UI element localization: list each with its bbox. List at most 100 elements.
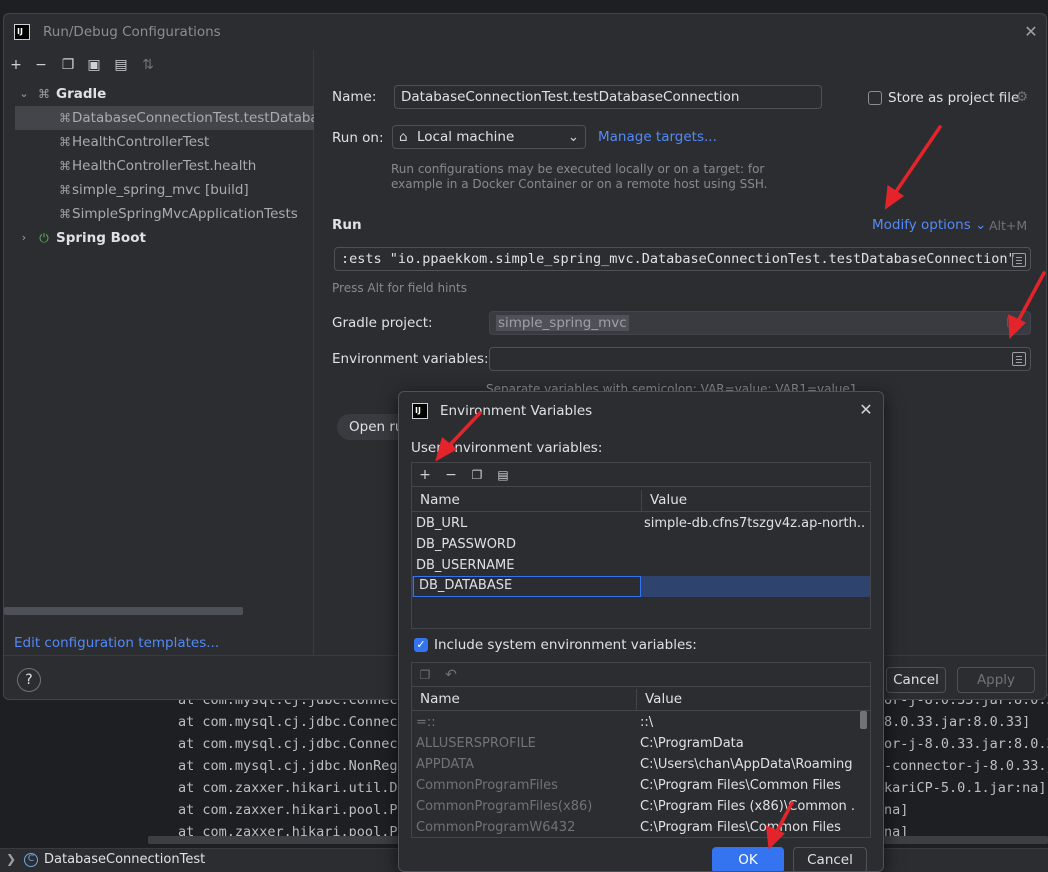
table-row-selected[interactable]: DB_DATABASE <box>412 576 870 597</box>
close-icon[interactable]: ✕ <box>1022 23 1040 41</box>
gradle-icon: ⌘ <box>59 111 71 125</box>
var-name[interactable]: DB_PASSWORD <box>416 534 638 555</box>
console-line-tail: na] <box>884 802 909 818</box>
gradle-project-field[interactable]: simple_spring_mvc <box>489 311 1031 335</box>
configurations-sidebar: + − ❐ ▣ ▤ ⇅ ⌄ ⌘ Gradle ⌘ DatabaseConnect… <box>4 50 314 655</box>
cancel-button[interactable]: Cancel <box>886 667 946 693</box>
add-icon[interactable]: + <box>414 464 436 486</box>
manage-targets-link[interactable]: Manage targets... <box>598 129 717 145</box>
include-system-label[interactable]: Include system environment variables: <box>434 637 697 653</box>
var-name-editor[interactable]: DB_DATABASE <box>413 576 641 597</box>
var-name: ALLUSERSPROFILE <box>416 736 536 751</box>
column-header-value[interactable]: Value <box>650 492 687 508</box>
sidebar-scrollbar[interactable] <box>4 607 243 615</box>
gradle-icon: ⌘ <box>59 207 71 221</box>
system-env-scrollbar[interactable] <box>860 711 867 729</box>
store-as-project-checkbox[interactable] <box>868 91 882 105</box>
table-row[interactable]: APPDATA C:\Users\chan\AppData\Roaming <box>412 754 870 775</box>
console-line-tail: 8.0.33.jar:8.0.33] <box>884 714 1031 730</box>
var-value: ::\ <box>640 715 654 730</box>
table-row[interactable]: CommonProgramW6432 C:\Program Files\Comm… <box>412 817 870 837</box>
ok-button[interactable]: OK <box>712 847 784 871</box>
gradle-project-label: Gradle project: <box>332 315 433 331</box>
var-value[interactable]: simple-db.cfns7tszgv4z.ap-north... <box>644 513 866 534</box>
help-button[interactable]: ? <box>17 668 41 692</box>
table-header: Name Value <box>412 689 870 711</box>
run-on-select[interactable]: ⌂ Local machine ⌄ <box>392 125 586 149</box>
console-line: at com.mysql.cj.jdbc.Connect <box>178 714 406 730</box>
gradle-project-value: simple_spring_mvc <box>496 315 629 331</box>
chevron-right-icon[interactable]: › <box>18 226 30 250</box>
save-icon[interactable]: ▣ <box>83 54 105 76</box>
copy-icon[interactable]: ❐ <box>57 54 79 76</box>
tree-node-label: Gradle <box>56 86 107 102</box>
tree-item-config[interactable]: ⌘ HealthControllerTest <box>4 130 314 154</box>
status-breadcrumb[interactable]: DatabaseConnectionTest <box>44 852 205 867</box>
intellij-logo-icon: IJ <box>14 24 30 40</box>
chevron-right-icon[interactable]: ❯ <box>6 852 16 866</box>
expand-field-icon[interactable] <box>1012 253 1026 267</box>
var-value: C:\Program Files (x86)\Common ... <box>640 799 855 814</box>
name-field[interactable]: DatabaseConnectionTest.testDatabaseConne… <box>394 85 822 109</box>
new-folder-icon[interactable]: ▤ <box>110 54 132 76</box>
table-row[interactable]: ALLUSERSPROFILE C:\ProgramData <box>412 733 870 754</box>
folder-icon[interactable]: 🗀 <box>1007 313 1021 336</box>
name-label: Name: <box>332 89 377 105</box>
var-value: C:\Program Files\Common Files <box>640 778 841 793</box>
close-icon[interactable]: ✕ <box>857 401 875 419</box>
table-row[interactable]: =:: ::\ <box>412 712 870 733</box>
dialog-title: Run/Debug Configurations <box>43 24 221 40</box>
gradle-icon: ⌘ <box>59 135 71 149</box>
sort-icon[interactable]: ⇅ <box>137 54 159 76</box>
add-icon[interactable]: + <box>5 54 27 76</box>
tree-item-label: SimpleSpringMvcApplicationTests <box>72 206 298 222</box>
modify-options-link[interactable]: Modify options ⌄ <box>872 217 986 233</box>
var-name[interactable]: DB_USERNAME <box>416 555 638 576</box>
console-line-tail: -connector-j-8.0.33.j <box>884 758 1048 774</box>
console-line-tail: kariCP-5.0.1.jar:na] <box>884 780 1047 796</box>
column-header-name[interactable]: Name <box>420 492 460 508</box>
spring-boot-icon: ⏻ <box>39 231 49 245</box>
remove-icon[interactable]: − <box>440 464 462 486</box>
copy-icon[interactable]: ❐ <box>414 664 436 686</box>
chevron-down-icon: ⌄ <box>567 129 579 145</box>
console-line-tail: or-j-8.0.33.jar:8.0.3 <box>884 736 1048 752</box>
run-command-field[interactable]: :ests "io.ppaekkom.simple_spring_mvc.Dat… <box>334 247 1031 271</box>
column-header-name[interactable]: Name <box>420 691 460 707</box>
env-vars-field[interactable] <box>489 347 1031 371</box>
tree-node-spring-boot[interactable]: › ⏻ Spring Boot <box>4 226 314 250</box>
edit-env-vars-icon[interactable] <box>1012 352 1026 366</box>
tree-item-config[interactable]: ⌘ DatabaseConnectionTest.testDatabaseCon… <box>15 106 314 130</box>
column-divider[interactable] <box>641 490 642 512</box>
table-row[interactable]: DB_PASSWORD <box>412 534 870 555</box>
alt-hint: Press Alt for field hints <box>332 281 467 295</box>
var-name: CommonProgramFiles <box>416 778 558 793</box>
edit-templates-link[interactable]: Edit configuration templates... <box>14 635 219 651</box>
apply-button[interactable]: Apply <box>957 667 1035 693</box>
table-row[interactable]: CommonProgramFiles C:\Program Files\Comm… <box>412 775 870 796</box>
gradle-icon: ⌘ <box>38 87 50 101</box>
remove-icon[interactable]: − <box>30 54 52 76</box>
run-on-label: Run on: <box>332 130 384 146</box>
table-row[interactable]: DB_URL simple-db.cfns7tszgv4z.ap-north..… <box>412 513 870 534</box>
column-header-value[interactable]: Value <box>645 691 682 707</box>
paste-icon[interactable]: ▤ <box>492 464 514 486</box>
column-divider[interactable] <box>636 689 637 711</box>
gear-icon[interactable]: ⚙ <box>1016 89 1028 105</box>
undo-icon[interactable]: ↶ <box>440 664 462 686</box>
dialog-titlebar[interactable]: IJ Run/Debug Configurations ✕ <box>4 14 1046 50</box>
chevron-down-icon[interactable]: ⌄ <box>18 82 30 106</box>
copy-icon[interactable]: ❐ <box>466 464 488 486</box>
tree-node-gradle[interactable]: ⌄ ⌘ Gradle <box>4 82 314 106</box>
modify-options-label: Modify options <box>872 217 971 233</box>
tree-item-config[interactable]: ⌘ HealthControllerTest.health <box>4 154 314 178</box>
user-env-table: + − ❐ ▤ Name Value DB_URL simple-db.cfns… <box>411 462 871 629</box>
table-row[interactable]: DB_USERNAME <box>412 555 870 576</box>
cancel-button[interactable]: Cancel <box>793 847 867 871</box>
store-as-project-label[interactable]: Store as project file <box>888 90 1019 106</box>
var-name[interactable]: DB_URL <box>416 513 638 534</box>
table-row[interactable]: CommonProgramFiles(x86) C:\Program Files… <box>412 796 870 817</box>
tree-item-config[interactable]: ⌘ SimpleSpringMvcApplicationTests <box>4 202 314 226</box>
tree-item-config[interactable]: ⌘ simple_spring_mvc [build] <box>4 178 314 202</box>
include-system-checkbox[interactable]: ✓ <box>414 638 428 652</box>
